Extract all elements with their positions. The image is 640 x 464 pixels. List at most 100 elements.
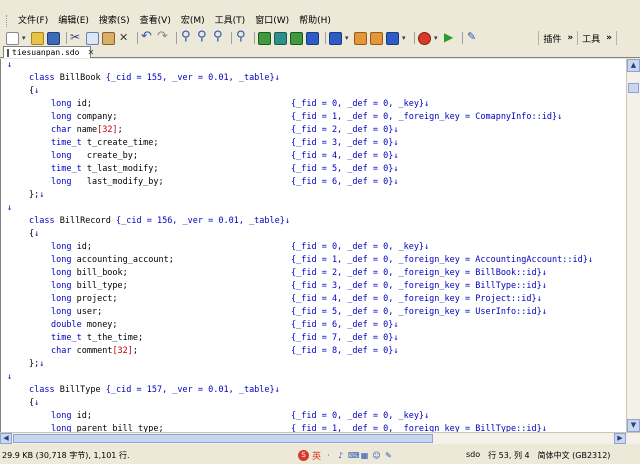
record-macro-icon[interactable] <box>418 31 431 45</box>
code-line[interactable]: long company; {_fid = 1, _def = 0, _forei… <box>7 111 562 124</box>
code-line[interactable]: long last_modify_by; {_fid = 6, _def = 0}… <box>7 176 398 189</box>
tools-label[interactable]: 工具 <box>582 32 600 45</box>
new-file-icon[interactable] <box>6 31 19 45</box>
menu-search[interactable]: 搜索(S) <box>94 13 135 29</box>
code-line[interactable]: long bill_book; {_fid = 2, _def = 0, _for… <box>7 267 547 280</box>
encoding-status[interactable]: 简体中文 (GB2312) <box>538 450 611 461</box>
ime-keyboard-icon[interactable]: ⌨ <box>348 451 360 460</box>
code-line[interactable]: time_t t_last_modify; {_fid = 5, _def = 0… <box>7 163 398 176</box>
ime-tools-icon[interactable]: ✎ <box>384 451 393 460</box>
menu-tools[interactable]: 工具(T) <box>210 13 251 29</box>
code-line[interactable]: ↓ <box>7 371 290 384</box>
code-text[interactable]: ↓ class BillBook {_cid = 155, _ver = 0.01… <box>7 59 593 432</box>
code-line[interactable]: {↓ <box>7 85 290 98</box>
browser-dropdown-icon[interactable]: ▾ <box>345 34 351 42</box>
menu-view[interactable]: 查看(V) <box>135 13 176 29</box>
code-line[interactable]: class BillRecord {_cid = 156, _ver = 0.0… <box>7 215 290 228</box>
open-folder-icon[interactable] <box>31 31 44 45</box>
code-line[interactable]: long id; {_fid = 0, _def = 0, _key}↓ <box>7 98 429 111</box>
scroll-left-icon[interactable]: ◀ <box>0 433 12 444</box>
code-line[interactable]: class BillType {_cid = 157, _ver = 0.01,… <box>7 384 290 397</box>
code-line[interactable]: long create_by; {_fid = 4, _def = 0}↓ <box>7 150 398 163</box>
code-line[interactable]: time_t t_the_time; {_fid = 7, _def = 0}↓ <box>7 332 398 345</box>
goto-icon[interactable] <box>235 29 248 45</box>
code-line-left: long company; <box>51 112 118 122</box>
save-icon[interactable] <box>47 31 60 45</box>
scroll-right-icon[interactable]: ▶ <box>614 433 626 444</box>
tab-tiesuanpan[interactable]: tiesuanpan.sdo ✕ <box>3 46 94 58</box>
vertical-scroll-thumb[interactable] <box>628 83 639 93</box>
code-line[interactable]: };↓ <box>7 189 290 202</box>
code-line[interactable]: long id; {_fid = 0, _def = 0, _key}↓ <box>7 241 429 254</box>
tools-toolbar[interactable]: 工具 » <box>577 31 616 45</box>
code-line[interactable]: long accounting_account; {_fid = 1, _def … <box>7 254 593 267</box>
window-dropdown-icon[interactable]: ▾ <box>402 34 408 42</box>
code-line-left: }; <box>29 359 40 369</box>
ime-logo-icon[interactable]: S <box>298 450 309 461</box>
horizontal-scroll-thumb[interactable] <box>13 434 433 443</box>
code-line[interactable]: long id; {_fid = 0, _def = 0, _key}↓ <box>7 410 429 423</box>
word-wrap-icon[interactable] <box>290 31 303 45</box>
ime-user-icon[interactable]: ☺ <box>372 451 381 460</box>
window-icon[interactable] <box>386 31 399 45</box>
code-line[interactable]: class BillBook {_cid = 155, _ver = 0.01,… <box>7 72 290 85</box>
code-line[interactable]: long project; {_fid = 4, _def = 0, _forei… <box>7 293 542 306</box>
paste-icon[interactable] <box>102 31 115 45</box>
tool-icon[interactable] <box>466 30 479 45</box>
eol-marker: ↓ <box>274 73 280 83</box>
plugins-label[interactable]: 插件 <box>543 32 561 45</box>
replace-icon[interactable] <box>212 29 225 45</box>
menu-edit[interactable]: 编辑(E) <box>53 13 94 29</box>
play-macro-icon[interactable] <box>443 30 456 45</box>
code-line[interactable]: long bill_type; {_fid = 3, _def = 0, _for… <box>7 280 547 293</box>
undo-icon[interactable] <box>141 29 154 45</box>
find-icon[interactable] <box>180 29 193 45</box>
tab-label[interactable]: tiesuanpan.sdo <box>12 48 79 57</box>
ime-punctuation-icon[interactable]: · <box>324 451 333 460</box>
split-view-icon[interactable] <box>274 31 287 45</box>
code-line[interactable]: long parent_bill_type; {_fid = 1, _def = … <box>7 423 547 432</box>
cut-icon[interactable] <box>70 30 83 45</box>
scroll-up-icon[interactable]: ▲ <box>627 59 640 72</box>
horizontal-scrollbar[interactable]: ◀ ▶ <box>0 432 640 444</box>
menu-window[interactable]: 窗口(W) <box>250 13 294 29</box>
record-dropdown-icon[interactable]: ▾ <box>434 34 440 42</box>
code-line[interactable]: char comment[32]; {_fid = 8, _def = 0}↓ <box>7 345 398 358</box>
eol-marker: ↓ <box>34 229 40 239</box>
menu-help[interactable]: 帮助(H) <box>294 13 336 29</box>
toolbar-separator <box>231 32 232 44</box>
redo-icon[interactable] <box>157 29 170 45</box>
scroll-down-icon[interactable]: ▼ <box>627 419 640 432</box>
show-whitespace-icon[interactable] <box>306 31 319 45</box>
code-line[interactable]: long user; {_fid = 5, _def = 0, _foreign_… <box>7 306 547 319</box>
ime-mic-icon[interactable]: ♪ <box>336 451 345 460</box>
copy-icon[interactable] <box>86 31 99 45</box>
menu-macro[interactable]: 宏(M) <box>176 13 210 29</box>
menu-grip[interactable] <box>6 15 9 27</box>
code-line[interactable]: ↓ <box>7 202 290 215</box>
plugins-chevron-icon[interactable]: » <box>567 33 573 43</box>
find-next-icon[interactable] <box>196 29 209 45</box>
code-line[interactable]: double money; {_fid = 6, _def = 0}↓ <box>7 319 398 332</box>
code-line[interactable]: ↓ <box>7 59 290 72</box>
code-editor[interactable]: ↓ class BillBook {_cid = 155, _ver = 0.01… <box>0 59 626 432</box>
new-dropdown-icon[interactable]: ▾ <box>22 34 28 42</box>
ime-skin-icon[interactable]: ▦ <box>360 451 369 460</box>
code-line[interactable]: time_t t_create_time; {_fid = 3, _def = 0… <box>7 137 398 150</box>
plugins-toolbar[interactable]: 插件 » <box>538 31 577 45</box>
code-line[interactable]: char name[32]; {_fid = 2, _def = 0}↓ <box>7 124 398 137</box>
code-line[interactable]: {↓ <box>7 397 290 410</box>
ime-language-label[interactable]: 英 <box>312 449 321 462</box>
code-line[interactable]: };↓ <box>7 358 290 371</box>
eol-marker: ↓ <box>7 60 13 70</box>
settings-icon[interactable] <box>354 31 367 45</box>
view-mode-icon[interactable] <box>258 31 271 45</box>
close-tab-icon[interactable]: ✕ <box>87 48 94 57</box>
menu-file[interactable]: 文件(F) <box>13 13 53 29</box>
clip-icon[interactable] <box>370 31 383 45</box>
browser-icon[interactable] <box>329 31 342 45</box>
code-line[interactable]: {↓ <box>7 228 290 241</box>
delete-icon[interactable] <box>118 31 131 45</box>
tools-chevron-icon[interactable]: » <box>606 33 612 43</box>
vertical-scrollbar[interactable]: ▲ ▼ <box>626 59 640 432</box>
